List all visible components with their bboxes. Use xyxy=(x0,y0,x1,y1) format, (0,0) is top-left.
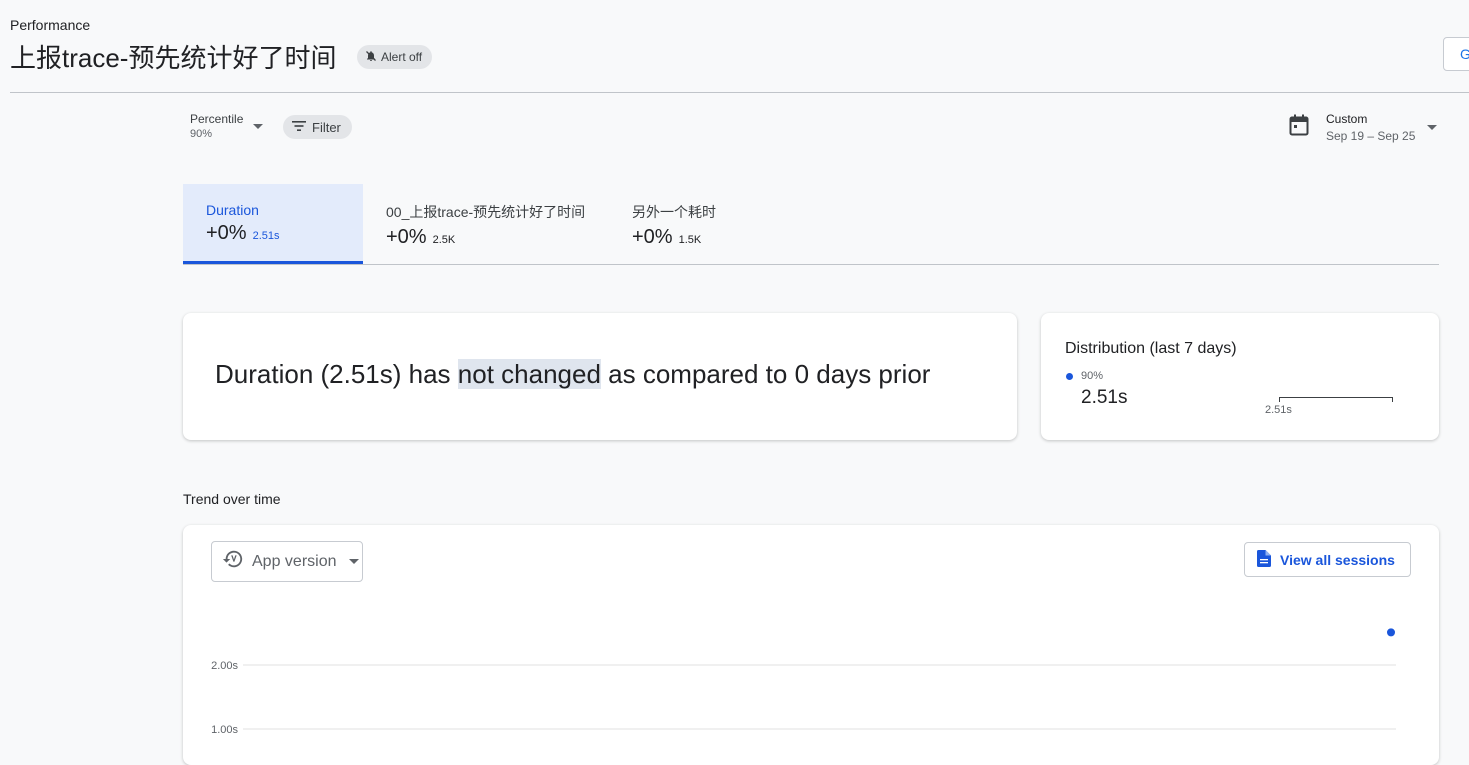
tab-value: 2.5K xyxy=(432,234,456,246)
tab-label: Duration xyxy=(206,202,259,218)
chevron-down-icon xyxy=(1427,125,1438,130)
chevron-down-icon xyxy=(253,123,264,129)
percentile-value: 90% xyxy=(190,128,213,140)
summary-before: Duration (2.51s) has xyxy=(215,359,458,389)
trend-title: Trend over time xyxy=(183,491,281,507)
date-range-label: Custom xyxy=(1326,112,1368,126)
filter-label: Filter xyxy=(312,119,341,135)
metric-tabs: Duration +0% 2.51s 00_上报trace-预先统计好了时间 +0… xyxy=(183,184,1439,265)
tab-duration[interactable]: Duration +0% 2.51s xyxy=(183,184,363,264)
alert-chip-label: Alert off xyxy=(381,50,423,64)
summary-after: as compared to 0 days prior xyxy=(600,359,931,389)
distribution-bracket xyxy=(1279,397,1393,402)
distribution-value: 2.51s xyxy=(1081,387,1128,408)
summary-card: Duration (2.51s) has not changed as comp… xyxy=(183,313,1017,440)
tab-label: 另外一个耗时 xyxy=(632,204,716,220)
summary-text: Duration (2.51s) has not changed as comp… xyxy=(215,359,930,390)
tab-change: +0% xyxy=(632,226,673,248)
breadcrumb[interactable]: Performance xyxy=(10,17,90,33)
y-tick-label: 1.00s xyxy=(211,724,238,736)
distribution-card: Distribution (last 7 days) 90% 2.51s 2.5… xyxy=(1041,313,1439,440)
filter-icon xyxy=(291,120,307,135)
trend-chart: 2.00s 1.00s xyxy=(211,628,1396,736)
tab-value: 1.5K xyxy=(678,234,702,246)
date-range-selector[interactable]: Custom Sep 19 – Sep 25 xyxy=(1289,112,1438,143)
calendar-icon xyxy=(1289,114,1309,141)
tab-trace-metric[interactable]: 00_上报trace-预先统计好了时间 +0% 2.5K xyxy=(363,184,608,264)
tab-change: +0% xyxy=(206,222,247,244)
alert-status-chip[interactable]: Alert off xyxy=(357,45,433,69)
tab-value: 2.51s xyxy=(252,230,280,242)
tab-other-duration[interactable]: 另外一个耗时 +0% 1.5K xyxy=(609,184,759,264)
filter-button[interactable]: Filter xyxy=(283,115,352,139)
trend-card: App version View all sessions 2.00s 1.00s xyxy=(183,525,1439,765)
bell-off-icon xyxy=(365,50,377,65)
legend-dot xyxy=(1066,373,1073,380)
percentile-label: Percentile xyxy=(190,112,244,126)
tab-label: 00_上报trace-预先统计好了时间 xyxy=(386,204,586,220)
header-divider xyxy=(10,92,1469,93)
percentile-selector[interactable]: Percentile 90% xyxy=(190,112,264,140)
distribution-title: Distribution (last 7 days) xyxy=(1065,340,1237,357)
page-title: 上报trace-预先统计好了时间 xyxy=(10,43,337,73)
summary-highlight: not changed xyxy=(457,359,601,389)
y-tick-label: 2.00s xyxy=(211,660,238,672)
date-range-value: Sep 19 – Sep 25 xyxy=(1326,129,1416,143)
top-right-action-button[interactable]: G xyxy=(1443,37,1469,71)
distribution-axis-label: 2.51s xyxy=(1265,404,1292,416)
distribution-percentile: 90% xyxy=(1081,370,1104,382)
tab-change: +0% xyxy=(386,226,427,248)
data-point[interactable] xyxy=(1387,628,1395,637)
